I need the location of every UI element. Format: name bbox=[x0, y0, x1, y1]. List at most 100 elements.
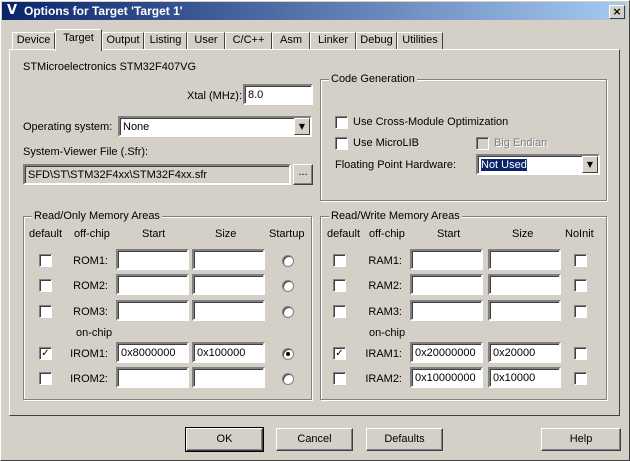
big-endian-checkbox[interactable] bbox=[476, 137, 489, 150]
ram-size-input[interactable]: 0x20000 bbox=[488, 342, 561, 363]
fpu-label: Floating Point Hardware: bbox=[335, 159, 457, 171]
xtal-input[interactable]: 8.0 bbox=[243, 84, 313, 105]
rom-startup-radio[interactable] bbox=[282, 306, 294, 318]
rom-row-label: IROM1: bbox=[70, 348, 108, 360]
ram-size-input[interactable]: 0x10000 bbox=[488, 367, 561, 388]
ram-start-input[interactable] bbox=[410, 249, 483, 270]
microlib-checkbox[interactable] bbox=[335, 137, 348, 150]
ram-default-checkbox[interactable] bbox=[333, 254, 346, 267]
rom-header-default: default bbox=[29, 228, 63, 240]
cross-module-label: Use Cross-Module Optimization bbox=[353, 116, 509, 128]
rom-header-start: Start bbox=[142, 228, 166, 240]
ram-size-input[interactable] bbox=[488, 249, 561, 270]
fpu-select-value: Not Used bbox=[481, 159, 527, 171]
rom-start-input[interactable] bbox=[116, 367, 189, 388]
rom-start-input[interactable] bbox=[116, 300, 189, 321]
defaults-button[interactable]: Defaults bbox=[366, 428, 443, 451]
rom-startup-radio[interactable] bbox=[282, 255, 294, 267]
os-label: Operating system: bbox=[23, 121, 113, 133]
rom-start-input[interactable] bbox=[116, 249, 189, 270]
rom-start-input[interactable] bbox=[116, 274, 189, 295]
chevron-down-icon[interactable]: ▼ bbox=[582, 156, 598, 173]
tab-c-cpp[interactable]: C/C++ bbox=[225, 32, 272, 49]
ram-noinit-checkbox[interactable] bbox=[574, 372, 587, 385]
rom-row-label: IROM2: bbox=[70, 373, 108, 385]
ram-size-input[interactable] bbox=[488, 300, 561, 321]
device-name: STMicroelectronics STM32F407VG bbox=[23, 61, 196, 73]
microlib-label: Use MicroLIB bbox=[353, 137, 420, 149]
ram-start-input[interactable] bbox=[410, 300, 483, 321]
ram-noinit-checkbox[interactable] bbox=[574, 347, 587, 360]
rom-startup-radio[interactable] bbox=[282, 373, 294, 385]
tab-asm[interactable]: Asm bbox=[272, 32, 310, 49]
cross-module-checkbox[interactable] bbox=[335, 116, 348, 129]
ram-start-input[interactable]: 0x10000000 bbox=[410, 367, 483, 388]
rom-default-checkbox[interactable] bbox=[39, 279, 52, 292]
rom-size-input[interactable] bbox=[192, 367, 265, 388]
tab-device[interactable]: Device bbox=[12, 32, 55, 49]
tab-output[interactable]: Output bbox=[102, 32, 144, 49]
ram-row-label: RAM3: bbox=[368, 306, 402, 318]
rom-header-offchip: off-chip bbox=[74, 228, 110, 240]
ram-default-checkbox[interactable]: ✓ bbox=[333, 347, 346, 360]
rom-default-checkbox[interactable]: ✓ bbox=[39, 347, 52, 360]
svf-label: System-Viewer File (.Sfr): bbox=[23, 146, 149, 158]
ram-default-checkbox[interactable] bbox=[333, 305, 346, 318]
fpu-select[interactable]: Not Used ▼ bbox=[476, 154, 600, 175]
os-select[interactable]: None ▼ bbox=[118, 116, 312, 137]
rom-header-size: Size bbox=[215, 228, 237, 240]
rom-size-input[interactable] bbox=[192, 249, 265, 270]
ram-row-label: IRAM1: bbox=[365, 348, 402, 360]
tab-user[interactable]: User bbox=[187, 32, 225, 49]
ram-header-size: Size bbox=[512, 228, 534, 240]
rom-onchip-label: on-chip bbox=[76, 327, 113, 339]
xtal-label: Xtal (MHz): bbox=[187, 90, 242, 102]
chevron-down-icon[interactable]: ▼ bbox=[294, 118, 310, 135]
ram-noinit-checkbox[interactable] bbox=[574, 254, 587, 267]
close-button[interactable]: × bbox=[609, 5, 625, 19]
big-endian-label: Big Endian bbox=[494, 137, 548, 149]
keil-icon: V bbox=[6, 3, 18, 18]
help-button[interactable]: Help bbox=[541, 428, 621, 451]
ram-default-checkbox[interactable] bbox=[333, 279, 346, 292]
rom-startup-radio[interactable] bbox=[282, 280, 294, 292]
rom-size-input[interactable] bbox=[192, 274, 265, 295]
ram-noinit-checkbox[interactable] bbox=[574, 305, 587, 318]
svf-field[interactable]: SFD\ST\STM32F4xx\STM32F4xx.sfr bbox=[23, 164, 291, 185]
ram-default-checkbox[interactable] bbox=[333, 372, 346, 385]
rom-start-input[interactable]: 0x8000000 bbox=[116, 342, 189, 363]
os-select-value: None bbox=[123, 121, 150, 133]
rom-row-label: ROM1: bbox=[73, 255, 108, 267]
ram-group-title: Read/Write Memory Areas bbox=[329, 209, 462, 223]
ram-header-noinit: NoInit bbox=[565, 228, 594, 240]
rom-default-checkbox[interactable] bbox=[39, 254, 52, 267]
ram-start-input[interactable] bbox=[410, 274, 483, 295]
ram-row-label: IRAM2: bbox=[365, 373, 402, 385]
ram-size-input[interactable] bbox=[488, 274, 561, 295]
rom-header-startup: Startup bbox=[269, 228, 305, 240]
rom-default-checkbox[interactable] bbox=[39, 372, 52, 385]
tab-linker[interactable]: Linker bbox=[310, 32, 356, 49]
svf-browse-button[interactable]: ... bbox=[293, 164, 313, 185]
rom-size-input[interactable]: 0x100000 bbox=[192, 342, 265, 363]
tab-target[interactable]: Target bbox=[55, 29, 102, 51]
tab-debug[interactable]: Debug bbox=[356, 32, 397, 49]
cancel-button[interactable]: Cancel bbox=[276, 428, 353, 451]
window-title: Options for Target 'Target 1' bbox=[24, 4, 183, 18]
rom-row-label: ROM3: bbox=[73, 306, 108, 318]
rom-group-title: Read/Only Memory Areas bbox=[32, 209, 162, 223]
rom-size-input[interactable] bbox=[192, 300, 265, 321]
radio-dot bbox=[286, 352, 290, 356]
tab-listing[interactable]: Listing bbox=[144, 32, 187, 49]
title-bar: V Options for Target 'Target 1' × bbox=[2, 2, 626, 20]
ram-noinit-checkbox[interactable] bbox=[574, 279, 587, 292]
ok-button[interactable]: OK bbox=[185, 427, 264, 452]
ram-header-start: Start bbox=[437, 228, 461, 240]
ram-row-label: RAM1: bbox=[368, 255, 402, 267]
ram-onchip-label: on-chip bbox=[369, 327, 406, 339]
rom-startup-radio[interactable] bbox=[282, 348, 294, 360]
ram-header-offchip: off-chip bbox=[369, 228, 405, 240]
ram-start-input[interactable]: 0x20000000 bbox=[410, 342, 483, 363]
rom-default-checkbox[interactable] bbox=[39, 305, 52, 318]
tab-utilities[interactable]: Utilities bbox=[397, 32, 443, 49]
